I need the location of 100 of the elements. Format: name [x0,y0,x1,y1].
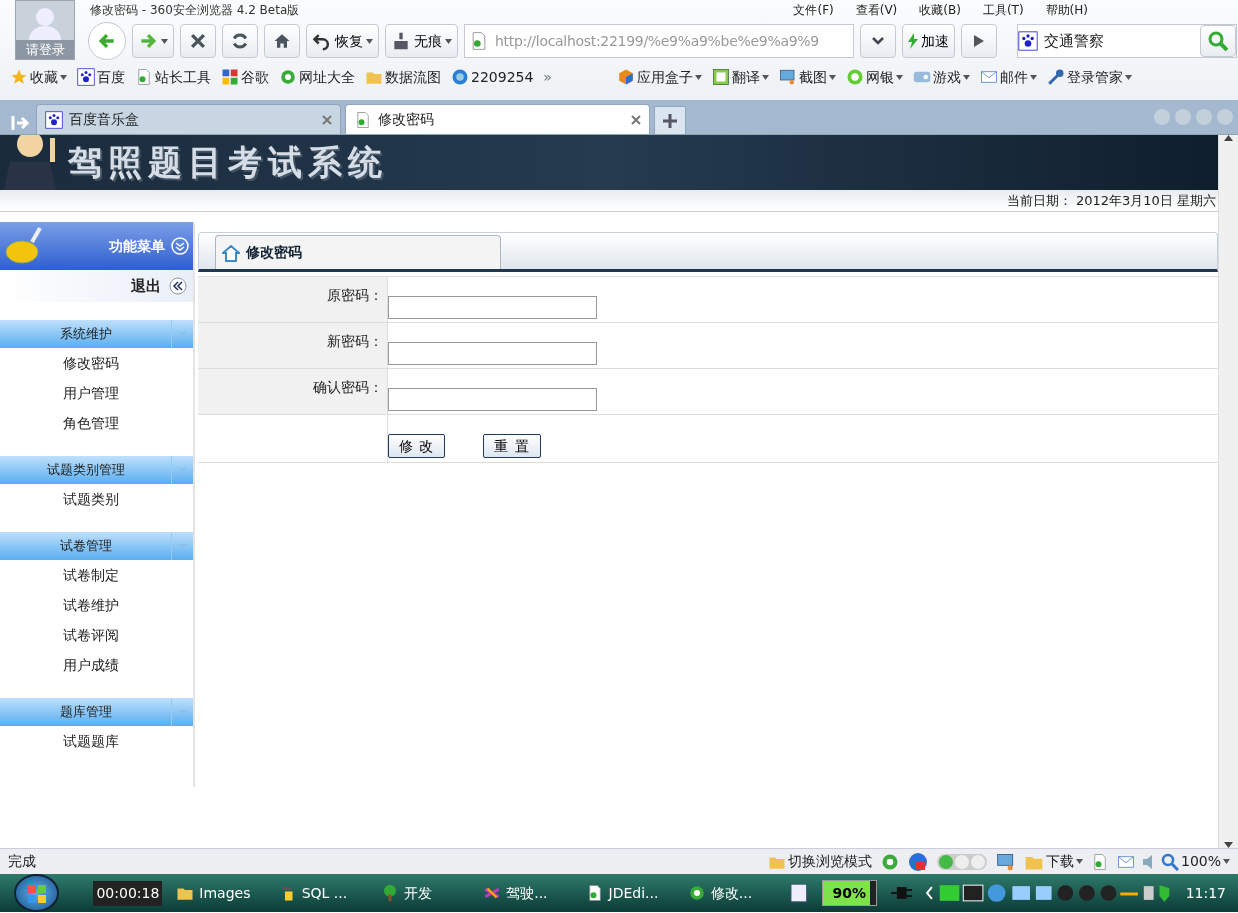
refresh-button[interactable] [222,24,258,58]
bookmark-link[interactable]: 收藏 [10,66,67,88]
group-header[interactable]: 系统维护 [0,320,193,348]
download-button[interactable]: 下载 [1023,851,1083,872]
clock: 11:17 [1185,883,1227,903]
bookmark-link[interactable]: 站长工具 [135,66,211,88]
go-button[interactable] [961,24,997,58]
forward-button[interactable] [132,24,174,58]
caret-icon [366,38,373,44]
bookmark-link[interactable]: 谷歌 [221,66,269,88]
taskbar-item[interactable]: JDEdi... [585,882,674,904]
menu-link[interactable]: 角色管理 [63,415,119,431]
browser-tab[interactable]: 修改密码 [345,104,650,134]
caret-icon [828,74,836,80]
browser-tab[interactable]: 百度音乐盒 [36,104,341,134]
play-icon [974,35,984,47]
menu-link[interactable]: 用户管理 [63,385,119,401]
dropdown-icon [1195,108,1213,126]
caret-icon [161,38,168,44]
taskbar-item[interactable]: 开发 [380,882,470,904]
group-header[interactable]: 题库管理 [0,698,193,726]
restore-button[interactable]: 恢复 [306,24,379,58]
new-tab-button[interactable] [654,106,686,134]
menu-link[interactable]: 试题题库 [63,733,119,749]
back-button[interactable] [88,22,126,60]
caret-icon [1075,859,1083,864]
menu-header: 功能菜单 [0,222,193,270]
menu-item[interactable]: 工具(T) [982,2,1024,18]
panel-tab[interactable]: 修改密码 [215,235,501,269]
dropdown-button[interactable] [860,24,896,58]
taskbar-item[interactable]: SQL ... [278,882,367,904]
bookmark-link[interactable]: 应用盒子 [616,66,702,88]
reset-button[interactable]: 重 置 [483,434,541,458]
menu-item[interactable]: 帮助(H) [1045,2,1088,18]
globe-icon [451,68,469,86]
logout-link[interactable]: 退出 [131,274,161,298]
bookmark-link[interactable]: 百度 [77,66,125,88]
key-icon [1046,68,1065,86]
password-field[interactable] [388,342,597,365]
more-button[interactable]: » [543,66,552,88]
bookmark-link[interactable]: 登录管家 [1046,66,1132,88]
back-arrow-icon [97,31,117,51]
close-icon [631,114,641,125]
menu-link[interactable]: 修改密码 [63,355,119,371]
password-field[interactable] [388,296,597,319]
taskbar-item[interactable]: 驾驶... [483,882,572,904]
bookmark-link[interactable]: 网银 [845,66,903,88]
group-header[interactable]: 试题类别管理 [0,456,193,484]
mail-icon [979,68,998,86]
taskbar-item[interactable]: Images [176,882,265,904]
status-text: 完成 [8,852,36,871]
bookmark-link[interactable]: 邮件 [979,66,1037,88]
browse-mode-button[interactable]: 切换浏览模式 [767,851,872,872]
forward-arrow-icon [138,31,158,51]
close-icon [322,114,332,125]
pot-icon [4,226,44,266]
speedup-button[interactable]: 加速 [902,24,955,58]
double-left-icon [169,277,187,295]
home-button[interactable] [264,24,300,58]
menu-link[interactable]: 试卷制定 [63,567,119,583]
caret-icon [178,709,187,715]
star-icon [10,68,28,86]
bookmark-link[interactable]: 数据流图 [365,66,441,88]
refresh-icon [230,31,250,51]
menu-link[interactable]: 用户成绩 [63,657,119,673]
page-icon [135,68,153,86]
bookmark-link[interactable]: 翻译 [711,66,769,88]
bookmark-link[interactable]: 网址大全 [279,66,355,88]
battery-meter: 90% [821,880,877,906]
scrollbar[interactable] [1218,135,1238,848]
menu-link[interactable]: 试题类别 [63,491,119,507]
field-label: 原密码： [198,277,388,322]
field-label: 新密码： [198,323,388,368]
menu-item[interactable]: 文件(F) [793,2,834,18]
windows-logo-icon [26,883,47,904]
window-title: 修改密码 - 360安全浏览器 4.2 Beta版 [90,2,300,18]
start-button[interactable] [14,874,60,912]
menu-item[interactable]: 查看(V) [855,2,898,18]
menu-link[interactable]: 试卷评阅 [63,627,119,643]
password-field[interactable] [388,388,597,411]
search-button[interactable] [1200,25,1236,57]
caret-icon [694,74,702,80]
caret-icon [445,38,452,44]
zoom-button[interactable]: 100% [1160,851,1230,872]
group-header[interactable]: 试卷管理 [0,532,193,560]
site-title: 驾照题目考试系统 [68,141,388,184]
bookmark-link[interactable]: 游戏 [912,66,970,88]
stop-button[interactable] [180,24,216,58]
paw-icon [1018,31,1038,51]
search-field[interactable]: 交通警察 [1017,24,1237,58]
caret-icon [962,74,970,80]
bookmark-link[interactable]: 2209254 [451,66,534,88]
bookmark-link[interactable]: 截图 [778,66,836,88]
menu-link[interactable]: 试卷维护 [63,597,119,613]
submit-button[interactable]: 修 改 [388,434,446,458]
page-icon [354,110,372,129]
chevron-down-icon [872,37,884,45]
private-mode-button[interactable]: 无痕 [385,24,458,58]
menu-item[interactable]: 收藏(B) [919,2,961,18]
taskbar-item[interactable]: 修改... [687,882,777,904]
